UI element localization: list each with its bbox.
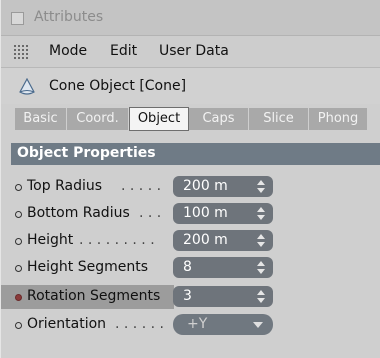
- grip-icon[interactable]: [13, 44, 29, 60]
- menu-edit[interactable]: Edit: [110, 43, 137, 59]
- section-header: Object Properties: [11, 143, 380, 165]
- animation-dot[interactable]: [15, 265, 22, 272]
- menu-bar: Mode Edit User Data: [1, 36, 380, 68]
- label-leader: . . .: [139, 205, 162, 221]
- spinner-arrows-icon[interactable]: [257, 234, 265, 247]
- tab-bar: Basic Coord. Object Caps Slice Phong: [15, 107, 367, 131]
- title-bar: Attributes: [1, 0, 380, 36]
- tab-object[interactable]: Object: [129, 107, 189, 131]
- property-row-height-segments: Height Segments 8: [15, 256, 375, 280]
- cone-icon: [19, 78, 35, 95]
- panel-title: Attributes: [34, 9, 104, 25]
- chevron-down-icon: [253, 322, 263, 328]
- panel-checkbox[interactable]: [11, 12, 24, 25]
- object-header: Cone Object [Cone]: [1, 68, 380, 104]
- label-leader: . . . . . .: [115, 316, 164, 332]
- field-value: 200 m: [183, 232, 228, 248]
- animation-dot[interactable]: [15, 294, 22, 301]
- field-value: 8: [183, 259, 192, 275]
- spinner-arrows-icon[interactable]: [257, 290, 265, 303]
- section-title: Object Properties: [17, 145, 156, 161]
- object-title: Cone Object [Cone]: [49, 78, 187, 94]
- property-row-bottom-radius: Bottom Radius . . . 100 m: [15, 202, 375, 226]
- spinner-arrows-icon[interactable]: [257, 261, 265, 274]
- animation-dot[interactable]: [15, 211, 22, 218]
- height-segments-field[interactable]: 8: [173, 257, 273, 278]
- property-label: Height Segments: [27, 259, 149, 275]
- menu-mode[interactable]: Mode: [49, 43, 87, 59]
- spinner-arrows-icon[interactable]: [257, 180, 265, 193]
- animation-dot[interactable]: [15, 322, 22, 329]
- property-row-top-radius: Top Radius . . . . . 200 m: [15, 175, 375, 199]
- property-row-orientation: Orientation . . . . . . +Y: [15, 313, 375, 337]
- dropdown-value: +Y: [187, 316, 208, 332]
- property-label: Orientation: [27, 316, 107, 332]
- tab-caps[interactable]: Caps: [189, 108, 249, 130]
- spinner-arrows-icon[interactable]: [257, 207, 265, 220]
- field-value: 100 m: [183, 205, 228, 221]
- animation-dot[interactable]: [15, 238, 22, 245]
- height-field[interactable]: 200 m: [173, 230, 273, 251]
- field-value: 3: [183, 288, 192, 304]
- top-radius-field[interactable]: 200 m: [173, 176, 273, 197]
- property-label: Rotation Segments: [27, 288, 161, 304]
- property-row-height: Height . . . . . . . . . 200 m: [15, 229, 375, 253]
- property-row-rotation-segments: Rotation Segments 3: [1, 285, 375, 309]
- label-leader: . . . . . . . . .: [79, 232, 155, 248]
- menu-user-data[interactable]: User Data: [159, 43, 229, 59]
- tab-coord[interactable]: Coord.: [67, 108, 129, 130]
- attributes-panel: Attributes Mode Edit User Data Cone Obje…: [0, 0, 380, 358]
- field-value: 200 m: [183, 178, 228, 194]
- animation-dot[interactable]: [15, 184, 22, 191]
- bottom-radius-field[interactable]: 100 m: [173, 203, 273, 224]
- orientation-dropdown[interactable]: +Y: [173, 314, 273, 335]
- tab-slice[interactable]: Slice: [249, 108, 309, 130]
- rotation-segments-field[interactable]: 3: [173, 286, 273, 307]
- property-label: Top Radius: [27, 178, 103, 194]
- tab-basic[interactable]: Basic: [15, 108, 67, 130]
- label-leader: . . . . .: [121, 178, 162, 194]
- tab-phong[interactable]: Phong: [309, 108, 367, 130]
- property-label: Bottom Radius: [27, 205, 130, 221]
- property-label: Height: [27, 232, 74, 248]
